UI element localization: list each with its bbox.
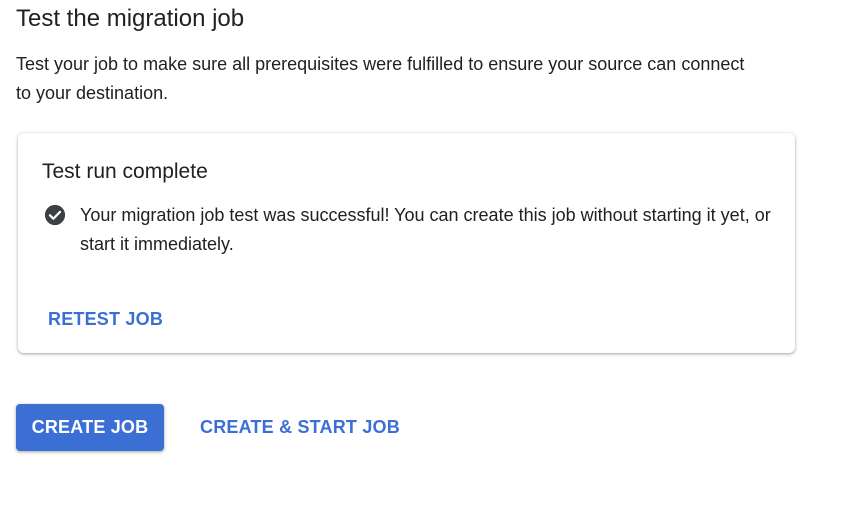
status-message: Your migration job test was successful! … [80, 205, 771, 254]
page-title: Test the migration job [16, 5, 245, 32]
create-job-button[interactable]: CREATE JOB [16, 404, 164, 451]
retest-job-button[interactable]: RETEST JOB [48, 308, 163, 330]
create-and-start-job-button[interactable]: CREATE & START JOB [200, 416, 400, 438]
card-title: Test run complete [42, 160, 208, 183]
page-description: Test your job to make sure all prerequis… [16, 54, 745, 103]
check-circle-icon [44, 204, 66, 226]
test-result-card: Test run complete Your migration job tes… [18, 133, 795, 353]
